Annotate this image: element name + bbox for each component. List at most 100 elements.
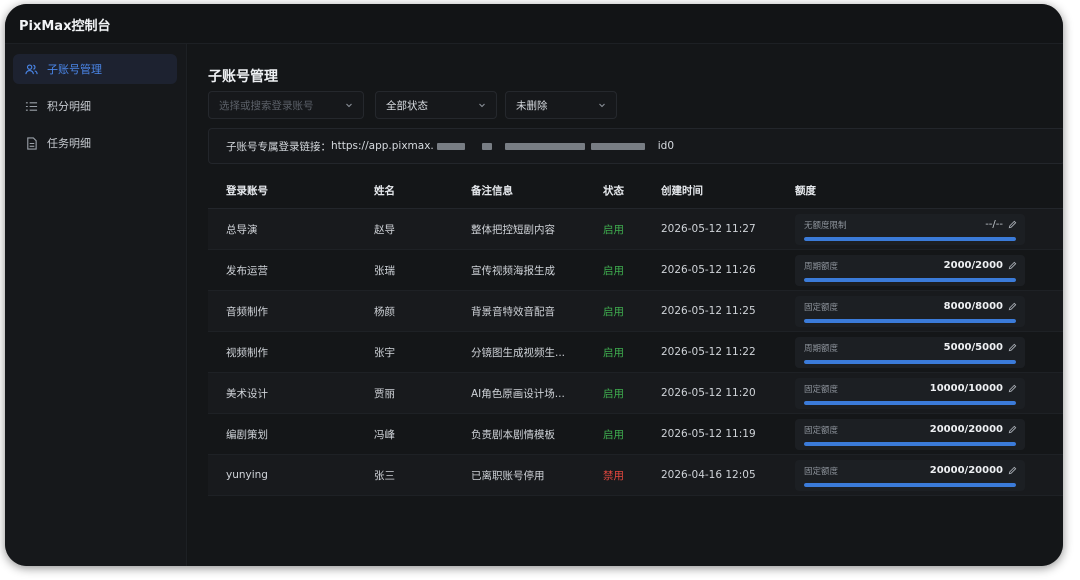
cell-account: 美术设计	[226, 387, 268, 400]
cell-note: 宣传视频海报生成	[471, 264, 555, 277]
quota-type: 无额度限制	[804, 221, 847, 231]
redacted-text	[436, 142, 465, 150]
login-link-label: 子账号专属登录链接：	[226, 140, 331, 153]
cell-note: 分镜图生成视频生...	[471, 346, 566, 359]
pencil-icon[interactable]	[1008, 302, 1017, 311]
cell-created: 2026-05-12 11:25	[661, 305, 756, 317]
login-link-suffix: id0	[657, 140, 675, 152]
pencil-icon[interactable]	[1008, 466, 1017, 475]
app-title: PixMax控制台	[19, 19, 111, 34]
status-select-value: 全部状态	[386, 99, 428, 112]
table-row[interactable]: 发布运营 张瑞 宣传视频海报生成 启用 2026-05-12 11:26 周期额度 2000…	[208, 250, 1063, 291]
quota-progress-bar	[804, 237, 1016, 241]
subaccount-table: 登录账号 姓名 备注信息 状态 创建时间 额度 总导演 赵导 整体把控短剧内容 启用 2…	[208, 172, 1063, 496]
account-select-placeholder: 选择或搜索登录账号	[219, 99, 314, 112]
deleted-select-value: 未删除	[516, 99, 548, 112]
status-select[interactable]: 全部状态	[375, 91, 497, 119]
pencil-icon[interactable]	[1008, 220, 1017, 229]
quota-progress-bar	[804, 401, 1016, 405]
table-row[interactable]: yunying 张三 已离职账号停用 禁用 2026-04-16 12:05 固定额度 20…	[208, 455, 1063, 496]
title-bar: PixMax控制台	[5, 4, 1063, 44]
cell-note: AI角色原画设计场...	[471, 387, 565, 400]
table-row[interactable]: 编剧策划 冯峰 负责剧本剧情模板 启用 2026-05-12 11:19 固定额度 2000…	[208, 414, 1063, 455]
quota-type: 固定额度	[804, 385, 839, 395]
table-row[interactable]: 美术设计 贾丽 AI角色原画设计场... 启用 2026-05-12 11:20 固定额度…	[208, 373, 1063, 414]
cell-account: 总导演	[226, 223, 258, 236]
cell-created: 2026-05-12 11:26	[661, 264, 756, 276]
cell-name: 贾丽	[374, 387, 395, 400]
table-row[interactable]: 音频制作 杨颜 背景音特效音配音 启用 2026-05-12 11:25 固定额度 8000…	[208, 291, 1063, 332]
table-row[interactable]: 视频制作 张宇 分镜图生成视频生... 启用 2026-05-12 11:22 周期额度 5…	[208, 332, 1063, 373]
status-badge: 禁用	[603, 469, 624, 482]
cell-name: 冯峰	[374, 428, 395, 441]
cell-created: 2026-04-16 12:05	[661, 469, 756, 481]
quota-value: 20000/20000	[929, 424, 1003, 435]
sidebar-item-subaccounts[interactable]: 子账号管理	[13, 54, 177, 84]
cell-account: 视频制作	[226, 346, 268, 359]
table-row[interactable]: 总导演 赵导 整体把控短剧内容 启用 2026-05-12 11:27 无额度限制 --/-…	[208, 209, 1063, 250]
cell-note: 背景音特效音配音	[471, 305, 555, 318]
quota-value: 5000/5000	[943, 342, 1003, 353]
quota-value: 2000/2000	[943, 260, 1003, 271]
table-header: 登录账号 姓名 备注信息 状态 创建时间 额度	[208, 172, 1063, 209]
quota-type: 固定额度	[804, 467, 839, 477]
table-body: 总导演 赵导 整体把控短剧内容 启用 2026-05-12 11:27 无额度限制 --/-…	[208, 209, 1063, 496]
quota-type: 固定额度	[804, 303, 839, 313]
quota-progress-fill	[804, 319, 1016, 323]
quota-progress-fill	[804, 237, 1016, 241]
quota-cell: 固定额度 20000/20000	[795, 419, 1025, 450]
cell-name: 赵导	[374, 223, 395, 236]
users-icon	[25, 63, 38, 76]
status-badge: 启用	[603, 346, 624, 359]
page-title: 子账号管理	[208, 69, 278, 85]
redacted-text	[504, 142, 585, 150]
pencil-icon[interactable]	[1008, 261, 1017, 270]
quota-cell: 周期额度 2000/2000	[795, 255, 1025, 286]
quota-progress-fill	[804, 442, 1016, 446]
header-quota: 额度	[795, 184, 816, 197]
list-icon	[25, 100, 38, 113]
quota-cell: 无额度限制 --/--	[795, 214, 1025, 245]
quota-value: --/--	[985, 219, 1003, 230]
pencil-icon[interactable]	[1008, 343, 1017, 352]
quota-progress-fill	[804, 360, 1016, 364]
cell-created: 2026-05-12 11:20	[661, 387, 756, 399]
quota-type: 周期额度	[804, 344, 839, 354]
deleted-select[interactable]: 未删除	[505, 91, 617, 119]
account-select[interactable]: 选择或搜索登录账号	[208, 91, 364, 119]
header-name: 姓名	[374, 184, 395, 197]
cell-created: 2026-05-12 11:27	[661, 223, 756, 235]
chevron-down-icon	[479, 103, 485, 108]
redacted-text	[590, 142, 645, 150]
cell-name: 张三	[374, 469, 395, 482]
sidebar-item-label: 积分明细	[47, 100, 91, 113]
cell-note: 已离职账号停用	[471, 469, 545, 482]
header-created: 创建时间	[661, 184, 703, 197]
main-content: 子账号管理 选择或搜索登录账号 全部状态 未删除 子账号专属登录链接： http…	[188, 44, 1063, 566]
cell-created: 2026-05-12 11:19	[661, 428, 756, 440]
cell-account: 发布运营	[226, 264, 268, 277]
status-badge: 启用	[603, 223, 624, 236]
sidebar: 子账号管理 积分明细 任务明细	[5, 44, 187, 566]
quota-progress-bar	[804, 360, 1016, 364]
quota-progress-bar	[804, 278, 1016, 282]
quota-type: 固定额度	[804, 426, 839, 436]
login-link-prefix[interactable]: https://app.pixmax.	[331, 140, 434, 152]
quota-progress-fill	[804, 278, 1016, 282]
pencil-icon[interactable]	[1008, 384, 1017, 393]
quota-value: 10000/10000	[929, 383, 1003, 394]
sidebar-item-tasks[interactable]: 任务明细	[13, 128, 177, 158]
chevron-down-icon	[346, 103, 352, 108]
cell-account: 编剧策划	[226, 428, 268, 441]
cell-account: yunying	[226, 469, 268, 481]
sidebar-item-points[interactable]: 积分明细	[13, 91, 177, 121]
quota-progress-bar	[804, 483, 1016, 487]
pencil-icon[interactable]	[1008, 425, 1017, 434]
quota-progress-fill	[804, 401, 1016, 405]
cell-name: 张瑞	[374, 264, 395, 277]
header-account: 登录账号	[226, 184, 268, 197]
quota-progress-bar	[804, 319, 1016, 323]
cell-account: 音频制作	[226, 305, 268, 318]
login-link-bar: 子账号专属登录链接： https://app.pixmax. id0	[208, 128, 1063, 164]
redacted-text	[481, 142, 492, 150]
